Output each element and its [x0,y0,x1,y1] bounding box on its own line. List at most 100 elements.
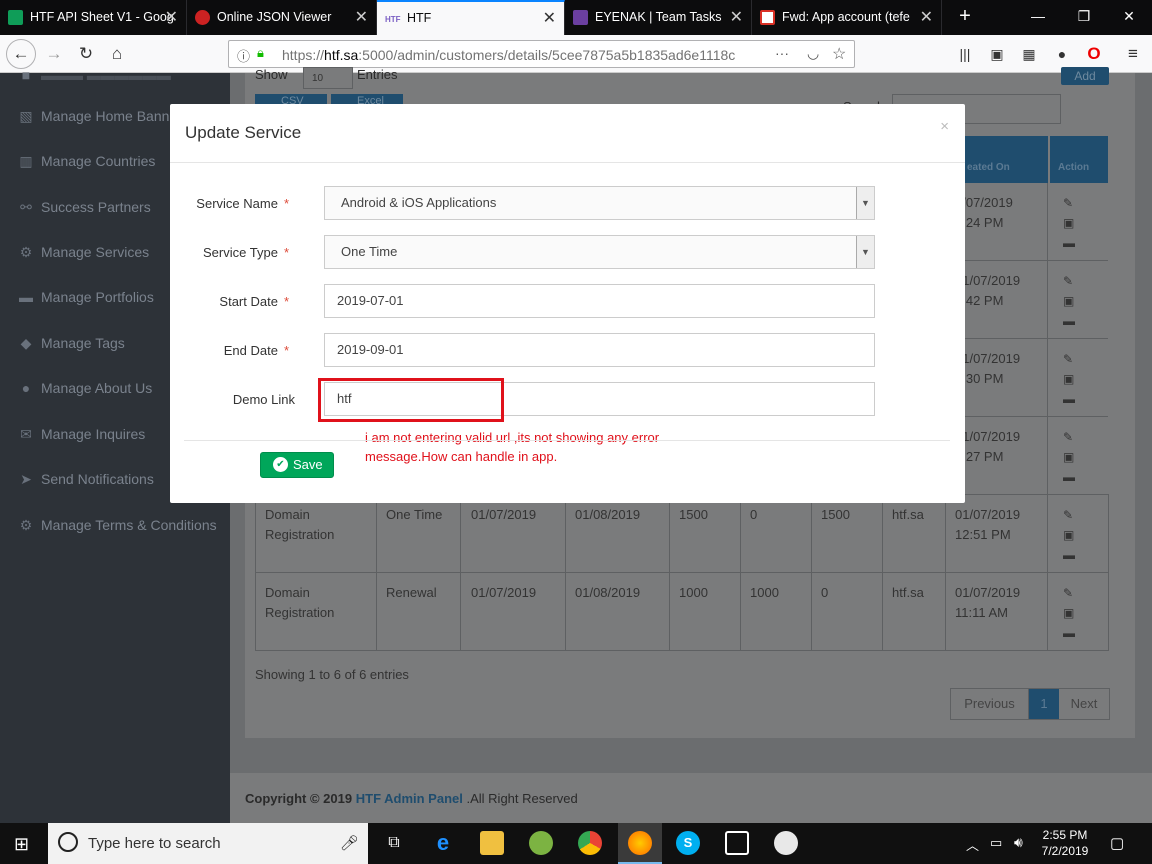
sidebar-item-services[interactable]: ⚙ Manage Services [18,244,149,261]
money-icon: ▣ [1063,528,1075,542]
new-tab-icon[interactable]: + [942,0,988,35]
entries-summary: Showing 1 to 6 of 6 entries [255,667,409,682]
sidebar-item-employees-partial[interactable]: ■ ▬▬▬ ▬▬▬▬▬▬ [18,67,171,83]
table-cell-value: 1000 [750,585,779,600]
save-label: Save [293,457,323,472]
more-actions-icon[interactable]: ··· [775,45,789,61]
start-date-label: Start Date * [219,294,289,309]
close-icon[interactable]: ✕ [355,0,368,35]
back-icon[interactable]: ← [6,39,36,69]
row-actions[interactable]: ✎ ▣ ▬ [1063,193,1075,253]
minimize-icon[interactable]: — [1015,0,1061,35]
restore-icon[interactable]: ❐ [1061,0,1107,35]
service-type-select[interactable]: One Time ▼ [324,235,875,269]
home-icon[interactable]: ⌂ [103,41,131,67]
add-button[interactable]: Add [1061,67,1109,85]
info-icon: ● [21,380,31,396]
sidebar-item-countries[interactable]: ▥ Manage Countries [18,153,155,170]
tab-gmail[interactable]: Fwd: App account (tefe ✕ [752,0,942,35]
card-icon: ▬ [1063,314,1075,328]
column-header-created-on[interactable]: eated On [965,136,1048,183]
skype-icon[interactable]: S [676,831,700,855]
url-bar[interactable]: ⓘ 🔒︎ https://htf.sa:5000/admin/customers… [228,40,855,68]
close-icon[interactable]: ✕ [165,0,178,35]
footer-brand-link[interactable]: HTF Admin Panel [356,791,463,806]
sidebar-item-success-partners[interactable]: ⚯ Success Partners [18,199,151,216]
gear-icon: ⚙ [19,244,33,260]
table-cell-value: 0 [750,507,758,522]
money-icon: ▣ [1063,294,1075,308]
row-divider [965,338,1108,339]
modal-title: Update Service [185,123,302,142]
containers-icon[interactable]: ▦ [1015,41,1043,67]
service-type-label: Service Type * [203,245,289,260]
table-cell-value: 1000 [679,585,708,600]
forward-icon[interactable]: → [40,41,68,67]
notifications-icon[interactable]: ▢ [1110,834,1124,852]
edge-icon[interactable]: e [431,831,455,855]
microphone-icon[interactable]: 🎤︎ [340,834,359,852]
reload-icon[interactable]: ↻ [72,41,100,67]
tab-eyenak[interactable]: EYENAK | Team Tasks ✕ [565,0,752,35]
row-actions[interactable]: ✎ ▣ ▬ [1063,349,1075,409]
account-icon[interactable]: ● [1048,41,1076,67]
row-actions[interactable]: ✎ ▣ ▬ [1063,583,1075,643]
chrome-icon[interactable] [578,831,602,855]
sidebar-item-portfolios[interactable]: ▬ Manage Portfolios [18,289,154,305]
entries-select[interactable]: 10 [303,67,353,89]
row-actions[interactable]: ✎ ▣ ▬ [1063,505,1075,565]
money-icon: ▣ [1063,216,1075,230]
page-1-button[interactable]: 1 [1029,689,1059,719]
file-explorer-icon[interactable] [480,831,504,855]
network-icon[interactable]: ▭ [990,835,1002,851]
opera-extension-icon[interactable]: O [1080,41,1108,67]
photos-icon[interactable] [725,831,749,855]
footer: Copyright © 2019 HTF Admin Panel .All Ri… [230,773,1152,823]
save-button[interactable]: ✔ Save [260,452,334,478]
table-cell-end: 01/08/2019 [575,585,641,600]
close-icon[interactable]: ✕ [730,0,743,35]
bookmark-star-icon[interactable]: ☆ [832,44,846,64]
info-icon[interactable]: ⓘ [237,46,250,65]
end-date-input[interactable]: 2019-09-01 [324,333,875,367]
sidebar-item-label: Manage About Us [41,380,153,396]
handshake-icon: ⚯ [20,199,32,215]
sidebar-item-terms[interactable]: ⚙ Manage Terms & Conditions [18,517,217,534]
firefox-taskbar-button[interactable] [618,823,662,864]
volume-icon[interactable]: 🔊︎ [1014,834,1023,851]
system-clock[interactable]: 2:55 PM 7/2/2019 [1035,827,1095,859]
card-icon: ▬ [1063,548,1075,562]
tab-label: EYENAK | Team Tasks [595,10,722,24]
tab-json-viewer[interactable]: Online JSON Viewer ✕ [187,0,377,35]
row-actions[interactable]: ✎ ▣ ▬ [1063,271,1075,331]
close-icon[interactable]: × [940,118,949,135]
previous-page-button[interactable]: Previous [951,689,1029,719]
close-icon[interactable]: ✕ [543,2,556,35]
menu-icon[interactable]: ≡ [1119,41,1147,67]
library-icon[interactable]: ||| [951,41,979,67]
sidebar-item-home-banner[interactable]: ▧ Manage Home Banne [18,108,177,125]
paint-icon[interactable] [774,831,798,855]
start-date-input[interactable]: 2019-07-01 [324,284,875,318]
close-window-icon[interactable]: ✕ [1106,0,1152,35]
task-view-icon[interactable]: ⧉ [382,831,406,855]
demo-link-label: Demo Link [232,392,295,407]
sidebar-item-inquires[interactable]: ✉ Manage Inquires [18,426,145,443]
show-hidden-icons-icon[interactable]: ︿ [966,835,979,854]
windows-start-icon[interactable]: ⊞ [14,834,34,854]
next-page-button[interactable]: Next [1059,689,1109,719]
url-text: https://htf.sa:5000/admin/customers/deta… [282,47,736,63]
row-actions[interactable]: ✎ ▣ ▬ [1063,427,1075,487]
close-icon[interactable]: ✕ [920,0,933,35]
sidebar-toggle-icon[interactable]: ▣ [983,41,1011,67]
android-studio-icon[interactable] [529,831,553,855]
service-name-select[interactable]: Android & iOS Applications ▼ [324,186,875,220]
sidebar-item-notifications[interactable]: ➤ Send Notifications [18,471,154,488]
tab-htf-api-sheet[interactable]: HTF API Sheet V1 - Goog ✕ [0,0,187,35]
tab-htf[interactable]: HTF HTF ✕ [377,0,565,35]
sidebar-item-tags[interactable]: ◆ Manage Tags [18,335,125,352]
table-cell-created: 01/07/2019 11:11 AM [955,585,1021,620]
sidebar-item-about-us[interactable]: ● Manage About Us [18,380,153,396]
pocket-icon[interactable]: ◡ [807,45,819,62]
taskbar-search-box[interactable]: Type here to search 🎤︎ [48,823,368,864]
